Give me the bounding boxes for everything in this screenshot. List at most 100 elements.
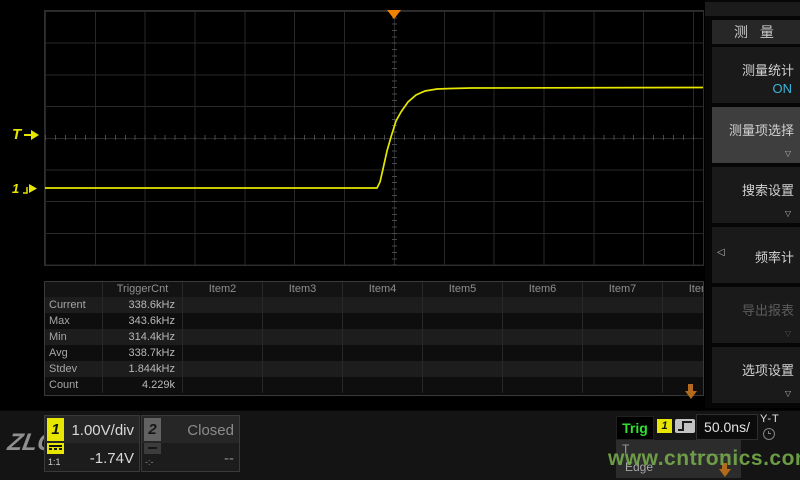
- table-header-cell: Item6: [503, 282, 583, 297]
- table-header-cell: Item5: [423, 282, 503, 297]
- table-header-cell: Item8: [663, 282, 704, 297]
- right-arrow-icon: [24, 130, 40, 140]
- channel1-scale: 1.00V/div: [71, 422, 134, 439]
- oscilloscope-screen: T 1 TriggerCntItem2Item3Item4Item5Item6I…: [0, 0, 800, 480]
- chevron-down-icon: ▽: [785, 149, 791, 158]
- table-cell: [663, 297, 704, 313]
- channel2-info-box[interactable]: 2 -:- Closed --: [141, 415, 240, 472]
- table-cell: [343, 361, 423, 377]
- table-cell: 343.6kHz: [103, 313, 183, 329]
- table-cell: 338.7kHz: [103, 345, 183, 361]
- table-cell: [423, 313, 503, 329]
- table-cell: [423, 377, 503, 393]
- table-cell: [503, 361, 583, 377]
- table-cell: [423, 297, 503, 313]
- watermark: www.cntronics.com: [608, 447, 800, 471]
- sidebar-item-label: 频率计: [755, 247, 794, 266]
- sidebar-menu: 测量统计 ON 测量项选择 ▽ 搜索设置 ▽ 频率计 ◁ 导出报表 ▽ 选项设置…: [712, 47, 800, 407]
- sidebar-menu-item[interactable]: 测量项选择 ▽: [712, 107, 800, 163]
- channel1-probe-ratio: 1:1: [48, 457, 61, 467]
- trigger-level-marker[interactable]: T: [12, 126, 40, 143]
- waveform-trace: [45, 88, 703, 189]
- table-header-cell: Item3: [263, 282, 343, 297]
- table-cell: [183, 297, 263, 313]
- chevron-down-icon: ▽: [785, 209, 791, 218]
- channel1-marker-label: 1: [12, 181, 19, 196]
- table-cell: 1.844kHz: [103, 361, 183, 377]
- table-cell: [583, 377, 663, 393]
- collapse-left-icon: ◁: [717, 247, 725, 258]
- table-cell: [263, 329, 343, 345]
- channel1-marker-icon: [21, 183, 39, 195]
- channel1-badge: 1: [47, 418, 64, 441]
- table-cell: [583, 361, 663, 377]
- channel1-info-box[interactable]: 1 1:1 1.00V/div -1.74V: [44, 415, 140, 472]
- table-cell: Max: [45, 313, 103, 329]
- table-row: Stdev1.844kHz: [45, 361, 703, 377]
- table-cell: [183, 361, 263, 377]
- table-cell: [263, 297, 343, 313]
- table-cell: [343, 345, 423, 361]
- clock-icon: [763, 428, 775, 440]
- measurement-table: TriggerCntItem2Item3Item4Item5Item6Item7…: [44, 281, 704, 396]
- menu-title: 测 量: [712, 20, 800, 44]
- table-cell: [503, 313, 583, 329]
- table-cell: [263, 361, 343, 377]
- scroll-down-icon[interactable]: [685, 391, 697, 399]
- table-cell: [423, 345, 503, 361]
- table-cell: 4.229k: [103, 377, 183, 393]
- trig-button[interactable]: Trig: [616, 416, 654, 440]
- sidebar-menu-item[interactable]: 选项设置 ▽: [712, 347, 800, 403]
- table-cell: [583, 345, 663, 361]
- table-cell: [583, 297, 663, 313]
- table-cell: [183, 345, 263, 361]
- timebase-box[interactable]: 50.0ns/: [696, 414, 758, 440]
- sidebar-menu-item[interactable]: 导出报表 ▽: [712, 287, 800, 343]
- table-cell: [503, 329, 583, 345]
- table-cell: Avg: [45, 345, 103, 361]
- table-cell: [583, 313, 663, 329]
- table-cell: [583, 329, 663, 345]
- table-cell: [263, 345, 343, 361]
- table-row: Count4.229k: [45, 377, 703, 393]
- channel2-badge: 2: [144, 418, 161, 441]
- table-cell: [183, 329, 263, 345]
- sidebar-menu-panel: 测 量 测量统计 ON 测量项选择 ▽ 搜索设置 ▽ 频率计 ◁ 导出报表 ▽ …: [705, 0, 800, 408]
- table-cell: [663, 377, 704, 393]
- sidebar-menu-item[interactable]: 测量统计 ON: [712, 47, 800, 103]
- sidebar-item-label: 测量项选择: [729, 120, 794, 139]
- table-cell: [663, 313, 704, 329]
- display-mode-label[interactable]: Y-T: [760, 413, 780, 425]
- channel1-position-marker[interactable]: 1: [12, 181, 39, 196]
- table-cell: [343, 297, 423, 313]
- table-cell: Stdev: [45, 361, 103, 377]
- table-header-cell: TriggerCnt: [103, 282, 183, 297]
- trigger-level-label: T: [12, 126, 21, 143]
- table-cell: Count: [45, 377, 103, 393]
- channel1-trace: [45, 11, 703, 265]
- channel1-offset: -1.74V: [90, 450, 134, 467]
- trigger-position-marker[interactable]: [387, 10, 401, 19]
- table-header-cell: Item7: [583, 282, 663, 297]
- channel2-offset: --: [224, 450, 234, 467]
- table-cell: [423, 361, 503, 377]
- sidebar-menu-item[interactable]: 频率计 ◁: [712, 227, 800, 283]
- table-header-row: TriggerCntItem2Item3Item4Item5Item6Item7…: [45, 282, 703, 297]
- table-cell: [663, 329, 704, 345]
- table-header-cell: Item4: [343, 282, 423, 297]
- trigger-source-badge: 1: [657, 419, 672, 433]
- sidebar-item-label: 测量统计: [742, 60, 794, 79]
- table-cell: Min: [45, 329, 103, 345]
- sidebar-menu-item[interactable]: 搜索设置 ▽: [712, 167, 800, 223]
- table-row: Avg338.7kHz: [45, 345, 703, 361]
- table-cell: [423, 329, 503, 345]
- table-cell: [663, 361, 704, 377]
- table-cell: [503, 345, 583, 361]
- channel2-probe-ratio: -:-: [145, 457, 154, 467]
- chevron-down-icon: ▽: [785, 329, 791, 338]
- edge-trigger-icon: [675, 419, 695, 433]
- scroll-down-arrow-stem: [688, 384, 693, 391]
- table-cell: [263, 377, 343, 393]
- table-cell: [663, 345, 704, 361]
- channel2-coupling-icon: [144, 443, 161, 454]
